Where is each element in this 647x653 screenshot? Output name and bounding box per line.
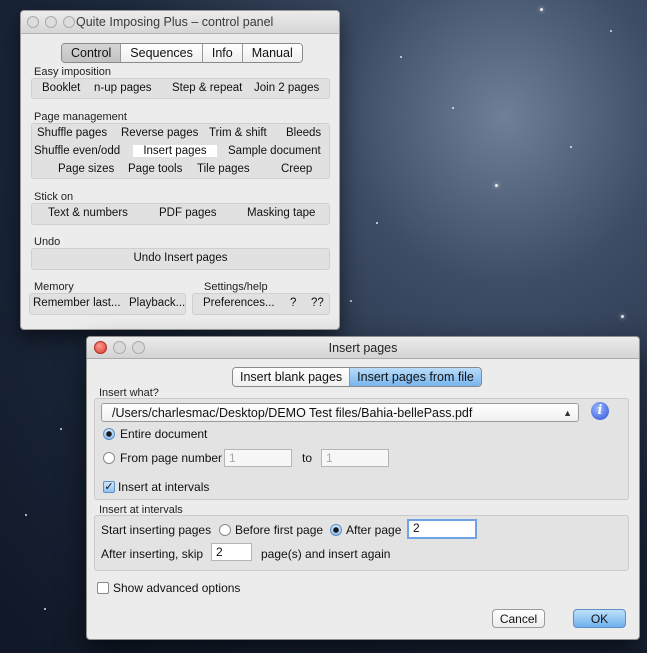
info-icon[interactable]: i: [591, 402, 609, 420]
insert-pages-button[interactable]: Insert pages: [133, 145, 217, 157]
from-page-number-radio[interactable]: [103, 452, 115, 464]
help-button[interactable]: ?: [290, 297, 296, 309]
stick-on-label: Stick on: [34, 191, 74, 203]
star: [570, 146, 572, 148]
page-tools-button[interactable]: Page tools: [128, 163, 182, 175]
settings-help-label: Settings/help: [204, 281, 268, 293]
pdf-pages-button[interactable]: PDF pages: [159, 207, 217, 219]
step-repeat-button[interactable]: Step & repeat: [172, 82, 242, 94]
start-inserting-label: Start inserting pages: [101, 523, 212, 537]
page-sizes-button[interactable]: Page sizes: [58, 163, 114, 175]
tab-insert-pages-from-file[interactable]: Insert pages from file: [349, 368, 481, 386]
star: [25, 514, 27, 516]
page-management-label: Page management: [34, 111, 127, 123]
star: [44, 608, 46, 610]
easy-imposition-group: Booklet n-up pages Step & repeat Join 2 …: [31, 78, 330, 99]
remember-last-button[interactable]: Remember last...: [33, 297, 121, 309]
trim-shift-button[interactable]: Trim & shift: [209, 127, 267, 139]
ok-button[interactable]: OK: [573, 609, 626, 628]
skip-suffix-label: page(s) and insert again: [261, 547, 391, 561]
star: [60, 428, 62, 430]
star: [610, 30, 612, 32]
n-up-pages-button[interactable]: n-up pages: [94, 82, 152, 94]
control-panel-tabs: Control Sequences Info Manual: [61, 43, 303, 63]
minimize-window-button[interactable]: [45, 16, 57, 28]
star: [621, 315, 624, 318]
shuffle-pages-button[interactable]: Shuffle pages: [37, 127, 107, 139]
file-path-value: /Users/charlesmac/Desktop/DEMO Test file…: [112, 406, 473, 420]
settings-help-group: Preferences... ? ??: [192, 293, 330, 315]
star: [452, 107, 454, 109]
insert-at-intervals-checkbox[interactable]: ✓: [103, 481, 115, 493]
file-path-popup[interactable]: /Users/charlesmac/Desktop/DEMO Test file…: [101, 403, 579, 422]
shuffle-even-odd-button[interactable]: Shuffle even/odd: [34, 145, 120, 157]
playback-button[interactable]: Playback...: [129, 297, 185, 309]
insert-pages-dialog: Insert pages Insert blank pages Insert p…: [86, 336, 640, 640]
zoom-window-button[interactable]: [63, 16, 75, 28]
show-advanced-options-label: Show advanced options: [113, 581, 241, 595]
page-management-group: Shuffle pages Reverse pages Trim & shift…: [31, 123, 330, 179]
undo-insert-pages-button[interactable]: Undo Insert pages: [32, 252, 329, 264]
bleeds-button[interactable]: Bleeds: [286, 127, 321, 139]
text-numbers-button[interactable]: Text & numbers: [48, 207, 128, 219]
preferences-button[interactable]: Preferences...: [203, 297, 275, 309]
stick-on-group: Text & numbers PDF pages Masking tape: [31, 203, 330, 225]
star: [540, 8, 543, 11]
to-page-field[interactable]: 1: [321, 449, 389, 467]
booklet-button[interactable]: Booklet: [42, 82, 80, 94]
memory-group: Remember last... Playback...: [29, 293, 186, 315]
join-2-pages-button[interactable]: Join 2 pages: [254, 82, 319, 94]
undo-label: Undo: [34, 236, 61, 248]
from-page-field[interactable]: 1: [224, 449, 292, 467]
insert-at-intervals-label: Insert at intervals: [118, 480, 210, 494]
sample-document-button[interactable]: Sample document: [228, 145, 321, 157]
advanced-help-button[interactable]: ??: [311, 297, 324, 309]
easy-imposition-label: Easy imposition: [34, 66, 112, 78]
control-panel-titlebar: Quite Imposing Plus – control panel: [21, 11, 339, 34]
dialog-title: Insert pages: [328, 341, 398, 355]
skip-pages-field[interactable]: 2: [211, 543, 252, 561]
cancel-button[interactable]: Cancel: [492, 609, 545, 628]
to-label: to: [302, 451, 313, 465]
window-title: Quite Imposing Plus – control panel: [76, 15, 274, 29]
star: [495, 184, 498, 187]
star: [376, 222, 378, 224]
after-page-radio[interactable]: [330, 524, 342, 536]
memory-label: Memory: [34, 281, 74, 293]
skip-label: After inserting, skip: [101, 547, 204, 561]
tab-control[interactable]: Control: [62, 44, 122, 62]
show-advanced-options-checkbox[interactable]: [97, 582, 109, 594]
tab-manual[interactable]: Manual: [242, 44, 302, 62]
after-page-field[interactable]: 2: [407, 519, 477, 539]
close-window-button[interactable]: [27, 16, 39, 28]
dialog-titlebar: Insert pages: [87, 337, 639, 359]
after-page-label: After page: [346, 523, 402, 537]
from-page-number-label: From page number: [120, 451, 223, 465]
creep-button[interactable]: Creep: [281, 163, 312, 175]
entire-document-radio[interactable]: [103, 428, 115, 440]
masking-tape-button[interactable]: Masking tape: [247, 207, 315, 219]
reverse-pages-button[interactable]: Reverse pages: [121, 127, 198, 139]
tab-sequences[interactable]: Sequences: [121, 44, 203, 62]
star: [350, 300, 352, 302]
tab-insert-blank-pages[interactable]: Insert blank pages: [233, 368, 350, 386]
entire-document-label: Entire document: [120, 427, 208, 441]
undo-group: Undo Insert pages: [31, 248, 330, 270]
control-panel-window: Quite Imposing Plus – control panel Cont…: [20, 10, 340, 330]
tile-pages-button[interactable]: Tile pages: [197, 163, 250, 175]
before-first-page-label: Before first page: [235, 523, 324, 537]
updown-arrows-icon: ▲: [563, 408, 572, 418]
star: [400, 56, 402, 58]
insert-mode-segmented-control: Insert blank pages Insert pages from fil…: [232, 367, 482, 387]
before-first-page-radio[interactable]: [219, 524, 231, 536]
tab-info[interactable]: Info: [202, 44, 243, 62]
